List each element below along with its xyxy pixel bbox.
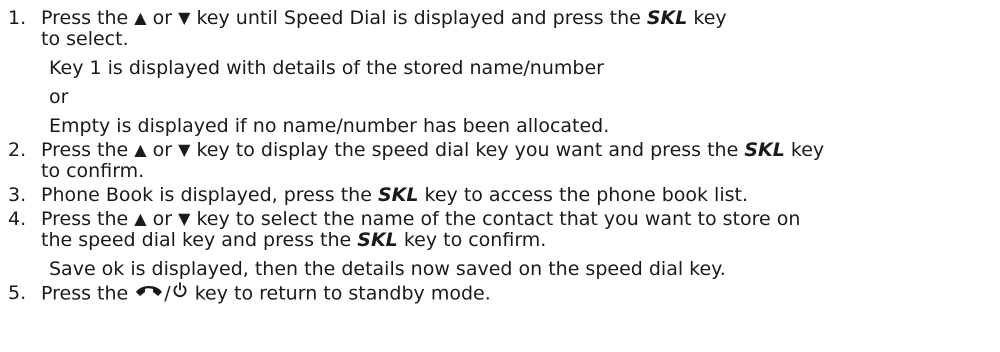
step-text: Press the ▲ or ▼ key to select the name … bbox=[41, 208, 801, 251]
instruction-list: 1. Press the ▲ or ▼ key until Speed Dial… bbox=[0, 0, 1000, 352]
note-save-ok: Save ok is displayed, then the details n… bbox=[49, 258, 726, 280]
note-or: or bbox=[49, 86, 69, 108]
skl-key-label: SKL bbox=[377, 184, 419, 206]
down-triangle-icon: ▼ bbox=[178, 8, 191, 27]
step-number: 1. bbox=[8, 7, 27, 29]
step-text: Press the ▲ or ▼ key to display the spee… bbox=[41, 139, 825, 182]
up-triangle-icon: ▲ bbox=[134, 8, 147, 27]
step-text: Press the ▲ or ▼ key until Speed Dial is… bbox=[41, 7, 727, 50]
power-icon bbox=[171, 281, 189, 303]
step-5: 5. Press the / key to return to standby … bbox=[8, 281, 986, 305]
skl-key-label: SKL bbox=[744, 139, 785, 161]
step-2: 2. Press the ▲ or ▼ key to display the s… bbox=[8, 140, 986, 181]
step-number: 5. bbox=[8, 282, 27, 304]
skl-key-label: SKL bbox=[646, 7, 688, 29]
down-triangle-icon: ▼ bbox=[178, 209, 191, 228]
note-empty: Empty is displayed if no name/number has… bbox=[49, 115, 610, 137]
step-text: Press the / key to return to standby mod… bbox=[41, 281, 491, 305]
end-call-icon bbox=[134, 281, 164, 303]
step-4: 4. Press the ▲ or ▼ key to select the na… bbox=[8, 209, 986, 250]
step-1: 1. Press the ▲ or ▼ key until Speed Dial… bbox=[8, 8, 986, 49]
step-3: 3. Phone Book is displayed, press the SK… bbox=[8, 185, 986, 205]
step-number: 3. bbox=[8, 184, 27, 206]
step-number: 2. bbox=[8, 139, 27, 161]
up-triangle-icon: ▲ bbox=[134, 140, 147, 159]
down-triangle-icon: ▼ bbox=[178, 140, 191, 159]
skl-key-label: SKL bbox=[357, 229, 398, 251]
step-number: 4. bbox=[8, 208, 27, 230]
up-triangle-icon: ▲ bbox=[134, 209, 147, 228]
step-text: Phone Book is displayed, press the SKL k… bbox=[41, 184, 749, 206]
note-key1: Key 1 is displayed with details of the s… bbox=[49, 57, 604, 79]
